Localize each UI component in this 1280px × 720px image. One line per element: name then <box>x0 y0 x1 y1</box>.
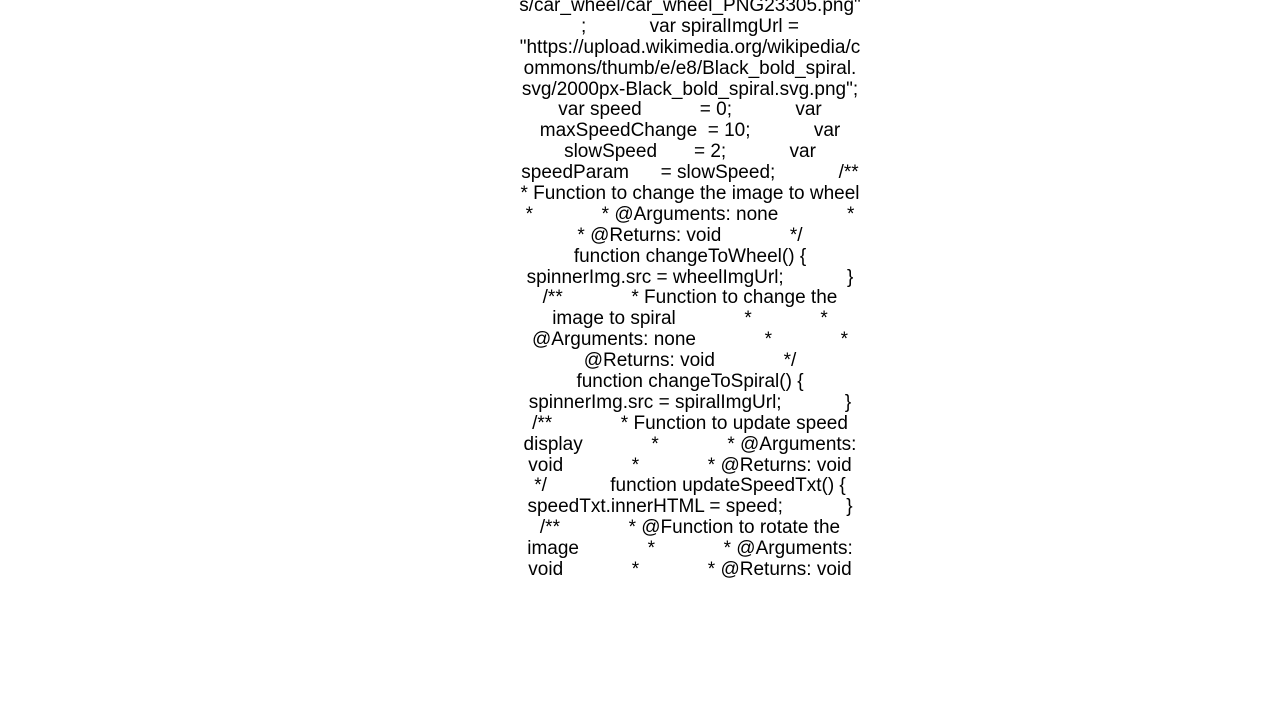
code-text: s/car_wheel/car_wheel_PNG23305.png"; var… <box>519 0 861 720</box>
